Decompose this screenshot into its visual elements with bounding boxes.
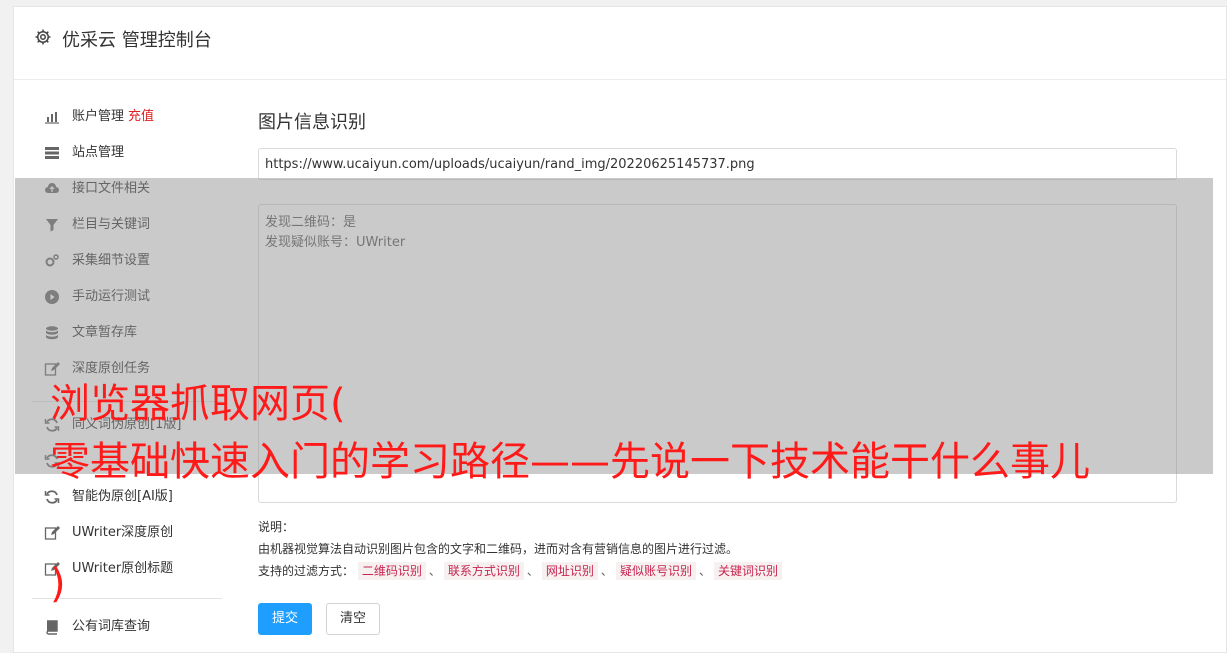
overlay-headline-line1: 浏览器抓取网页( — [50, 381, 346, 427]
filter-separator: 、 — [698, 564, 711, 578]
bar-chart-icon — [44, 109, 62, 125]
filter-separator: 、 — [526, 564, 539, 578]
sidebar-item-public-lexicon[interactable]: 公有词库查询 — [44, 615, 150, 639]
overlay-headline-line2: 零基础快速入门的学习路径——先说一下技术能干什么事儿 — [50, 439, 1090, 485]
sidebar-item-label: 智能伪原创[AI版] — [72, 489, 173, 504]
notes-section: 说明： 由机器视觉算法自动识别图片包含的文字和二维码，进而对含有营销信息的图片进… — [258, 516, 782, 582]
filters-row: 支持的过滤方式： 二维码识别、联系方式识别、网址识别、疑似账号识别、关键词识别 — [258, 560, 782, 582]
gear-icon — [34, 28, 52, 46]
recharge-link[interactable]: 充值 — [128, 109, 154, 124]
sidebar-item-uwriter-deep[interactable]: UWriter深度原创 — [44, 521, 173, 545]
top-bar: 优采云 管理控制台 — [14, 7, 1226, 80]
filter-tag-keyword: 关键词识别 — [713, 562, 782, 580]
sidebar-item-label: 公有词库查询 — [72, 619, 151, 634]
sidebar-item-label: UWriter原创标题 — [72, 561, 174, 576]
filter-tag-url: 网址识别 — [541, 562, 598, 580]
filter-separator: 、 — [600, 564, 613, 578]
filter-tag-account: 疑似账号识别 — [615, 562, 696, 580]
edit-icon — [44, 525, 62, 541]
clear-button[interactable]: 清空 — [326, 603, 380, 635]
sidebar-item-ai-rewrite[interactable]: 智能伪原创[AI版] — [44, 485, 173, 509]
sidebar-item-sites[interactable]: 站点管理 — [44, 141, 124, 165]
filters-label: 支持的过滤方式： — [258, 564, 355, 578]
filter-tag-contact: 联系方式识别 — [443, 562, 524, 580]
refresh-icon — [44, 489, 62, 505]
sidebar-item-account[interactable]: 账户管理 充值 — [44, 105, 154, 129]
section-title: 图片信息识别 — [258, 112, 366, 133]
filter-tag-qrcode: 二维码识别 — [357, 562, 426, 580]
submit-button[interactable]: 提交 — [258, 603, 312, 635]
sidebar-item-label: 账户管理 — [72, 109, 125, 124]
sidebar-item-label: 站点管理 — [72, 145, 125, 160]
server-icon — [44, 145, 62, 161]
filter-separator: 、 — [428, 564, 441, 578]
gray-overlay-band — [15, 178, 1213, 474]
sidebar-item-label: UWriter深度原创 — [72, 525, 174, 540]
notes-heading: 说明： — [258, 520, 295, 534]
book-icon — [44, 619, 62, 635]
page-title: 优采云 管理控制台 — [62, 30, 212, 51]
overlay-headline-line3: ) — [50, 561, 66, 607]
notes-description: 由机器视觉算法自动识别图片包含的文字和二维码，进而对含有营销信息的图片进行过滤。 — [258, 542, 739, 556]
image-url-input[interactable] — [258, 148, 1177, 180]
